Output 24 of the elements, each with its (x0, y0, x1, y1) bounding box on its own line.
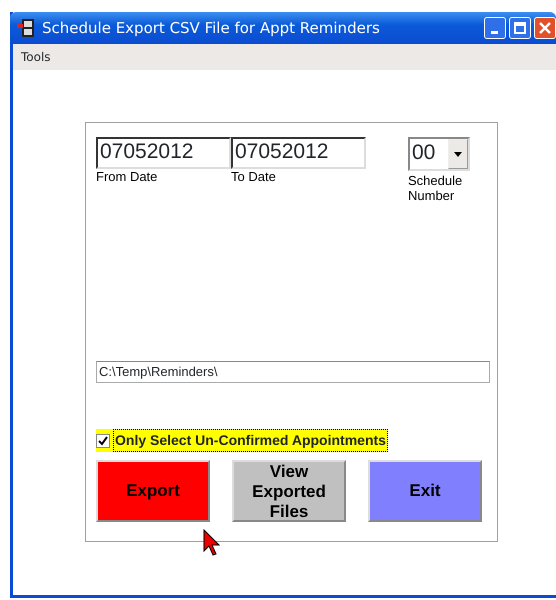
minimize-icon (490, 30, 498, 34)
field-label: To Date (231, 169, 277, 184)
close-icon (539, 22, 551, 34)
close-button[interactable] (534, 17, 556, 39)
maximize-button[interactable] (509, 17, 531, 39)
to-date-field[interactable]: 07052012 (231, 137, 366, 169)
field-label: From Date (96, 169, 158, 184)
caret-icon (454, 152, 462, 156)
window-title: Schedule Export CSV File for Appt Reminders (42, 18, 380, 39)
from-date-field[interactable]: 07052012 (96, 137, 231, 169)
action-button[interactable]: Export (96, 460, 210, 522)
file-cabinet-icon (16, 18, 36, 38)
checkbox-label[interactable]: Only Select Un-Confirmed Appointments (113, 429, 388, 452)
schedule-number-dropdown[interactable]: 00 (408, 137, 470, 171)
action-button[interactable]: Exit (368, 460, 482, 522)
minimize-button[interactable] (484, 17, 506, 39)
menu-item[interactable]: Tools (21, 48, 51, 66)
mouse-pointer-icon (203, 529, 223, 557)
check-icon (98, 436, 108, 446)
maximize-icon (514, 22, 526, 34)
folder-path-field[interactable]: C:\Temp\Reminders\ (96, 361, 490, 383)
checkbox[interactable] (96, 434, 110, 448)
action-button[interactable]: View Exported Files (232, 460, 346, 522)
field-label: Schedule Number (408, 173, 464, 203)
